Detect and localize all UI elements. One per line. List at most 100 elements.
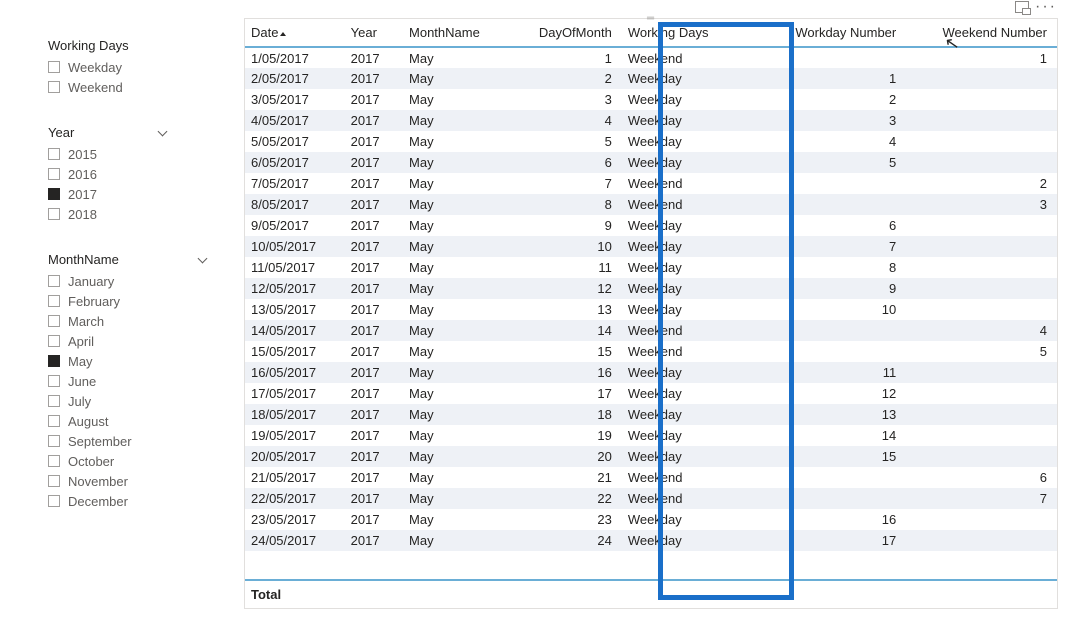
checkbox-icon[interactable] [48, 475, 60, 487]
column-header-date[interactable]: Date [245, 19, 345, 47]
cell-date: 11/05/2017 [245, 257, 345, 278]
cell-year: 2017 [345, 467, 403, 488]
column-header-weekend-number[interactable]: Weekend Number [906, 19, 1057, 47]
cell-workday-number [741, 320, 906, 341]
slicer-item-month[interactable]: November [48, 471, 244, 491]
slicer-item-working-days[interactable]: Weekend [48, 77, 244, 97]
focus-mode-icon[interactable] [1015, 1, 1029, 13]
table-row[interactable]: 15/05/20172017May15Weekend5 [245, 341, 1057, 362]
column-header-year[interactable]: Year [345, 19, 403, 47]
table-row[interactable]: 4/05/20172017May4Weekday3 [245, 110, 1057, 131]
checkbox-icon[interactable] [48, 415, 60, 427]
table-row[interactable]: 20/05/20172017May20Weekday15 [245, 446, 1057, 467]
slicer-item-year[interactable]: 2016 [48, 164, 244, 184]
cell-weekend-number [906, 89, 1057, 110]
table-row[interactable]: 9/05/20172017May9Weekday6 [245, 215, 1057, 236]
cell-dayofmonth: 22 [510, 488, 622, 509]
drag-handle-icon[interactable]: ═ [636, 13, 666, 17]
slicer-item-month[interactable]: October [48, 451, 244, 471]
table-row[interactable]: 6/05/20172017May6Weekday5 [245, 152, 1057, 173]
table-row[interactable]: 13/05/20172017May13Weekday10 [245, 299, 1057, 320]
table-row[interactable]: 16/05/20172017May16Weekday11 [245, 362, 1057, 383]
table-row[interactable]: 14/05/20172017May14Weekend4 [245, 320, 1057, 341]
slicer-item-month[interactable]: January [48, 271, 244, 291]
cell-workday-number [741, 467, 906, 488]
cell-year: 2017 [345, 383, 403, 404]
checkbox-icon[interactable] [48, 61, 60, 73]
table-row[interactable]: 5/05/20172017May5Weekday4 [245, 131, 1057, 152]
table-row[interactable]: 22/05/20172017May22Weekend7 [245, 488, 1057, 509]
cell-dayofmonth: 18 [510, 404, 622, 425]
cell-workday-number: 8 [741, 257, 906, 278]
slicer-item-month[interactable]: September [48, 431, 244, 451]
checkbox-icon[interactable] [48, 435, 60, 447]
checkbox-icon[interactable] [48, 148, 60, 160]
table-row[interactable]: 1/05/20172017May1Weekend1 [245, 47, 1057, 68]
slicer-item-year[interactable]: 2017 [48, 184, 244, 204]
column-header-workday-number[interactable]: Workday Number [741, 19, 906, 47]
table-scroll[interactable]: Date Year MonthName DayOfMonth Working D… [245, 19, 1057, 579]
table-row[interactable]: 19/05/20172017May19Weekday14 [245, 425, 1057, 446]
checkbox-icon[interactable] [48, 355, 60, 367]
slicer-item-month[interactable]: March [48, 311, 244, 331]
cell-month: May [403, 257, 510, 278]
slicer-month: MonthName JanuaryFebruaryMarchAprilMayJu… [48, 252, 244, 511]
column-header-working-days[interactable]: Working Days [622, 19, 741, 47]
cell-workday-number: 4 [741, 131, 906, 152]
checkbox-icon[interactable] [48, 395, 60, 407]
cell-month: May [403, 488, 510, 509]
checkbox-icon[interactable] [48, 455, 60, 467]
cell-month: May [403, 152, 510, 173]
column-header-monthname[interactable]: MonthName [403, 19, 510, 47]
slicer-item-month[interactable]: February [48, 291, 244, 311]
cell-date: 14/05/2017 [245, 320, 345, 341]
cell-date: 20/05/2017 [245, 446, 345, 467]
more-options-icon[interactable]: ··· [1035, 2, 1057, 12]
cell-year: 2017 [345, 194, 403, 215]
cell-workday-number [741, 173, 906, 194]
cell-year: 2017 [345, 110, 403, 131]
cell-date: 15/05/2017 [245, 341, 345, 362]
slicer-item-month[interactable]: August [48, 411, 244, 431]
cell-working-days: Weekday [622, 446, 741, 467]
slicer-item-month[interactable]: April [48, 331, 244, 351]
slicer-item-month[interactable]: December [48, 491, 244, 511]
checkbox-icon[interactable] [48, 81, 60, 93]
checkbox-icon[interactable] [48, 208, 60, 220]
chevron-down-icon[interactable] [158, 128, 168, 138]
table-row[interactable]: 3/05/20172017May3Weekday2 [245, 89, 1057, 110]
cell-year: 2017 [345, 404, 403, 425]
cell-workday-number [741, 194, 906, 215]
checkbox-icon[interactable] [48, 315, 60, 327]
checkbox-icon[interactable] [48, 168, 60, 180]
slicer-item-year[interactable]: 2018 [48, 204, 244, 224]
table-row[interactable]: 23/05/20172017May23Weekday16 [245, 509, 1057, 530]
slicer-item-month[interactable]: June [48, 371, 244, 391]
table-row[interactable]: 11/05/20172017May11Weekday8 [245, 257, 1057, 278]
slicer-item-month[interactable]: May [48, 351, 244, 371]
table-row[interactable]: 8/05/20172017May8Weekend3 [245, 194, 1057, 215]
table-row[interactable]: 10/05/20172017May10Weekday7 [245, 236, 1057, 257]
slicer-item-month[interactable]: July [48, 391, 244, 411]
table-row[interactable]: 2/05/20172017May2Weekday1 [245, 68, 1057, 89]
table-row[interactable]: 24/05/20172017May24Weekday17 [245, 530, 1057, 551]
cell-date: 13/05/2017 [245, 299, 345, 320]
chevron-down-icon[interactable] [198, 255, 208, 265]
table-row[interactable]: 12/05/20172017May12Weekday9 [245, 278, 1057, 299]
table-row[interactable]: 7/05/20172017May7Weekend2 [245, 173, 1057, 194]
table-row[interactable]: 18/05/20172017May18Weekday13 [245, 404, 1057, 425]
table-visual[interactable]: ═ ··· Date Year MonthName DayOfMonth Wor… [244, 18, 1058, 609]
table-row[interactable]: 17/05/20172017May17Weekday12 [245, 383, 1057, 404]
table-row[interactable]: 21/05/20172017May21Weekend6 [245, 467, 1057, 488]
checkbox-icon[interactable] [48, 295, 60, 307]
slicer-item-year[interactable]: 2015 [48, 144, 244, 164]
cell-year: 2017 [345, 89, 403, 110]
checkbox-icon[interactable] [48, 375, 60, 387]
checkbox-icon[interactable] [48, 275, 60, 287]
cell-weekend-number [906, 446, 1057, 467]
checkbox-icon[interactable] [48, 188, 60, 200]
checkbox-icon[interactable] [48, 495, 60, 507]
column-header-dayofmonth[interactable]: DayOfMonth [510, 19, 622, 47]
slicer-item-working-days[interactable]: Weekday [48, 57, 244, 77]
checkbox-icon[interactable] [48, 335, 60, 347]
